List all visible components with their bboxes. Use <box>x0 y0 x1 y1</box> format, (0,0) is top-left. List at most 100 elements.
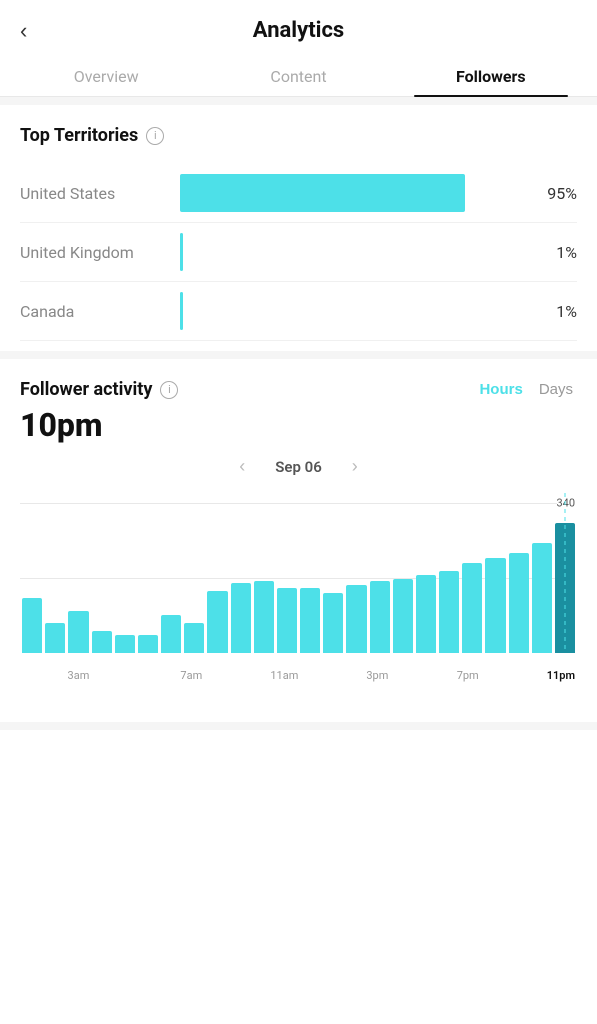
x-axis-label-empty <box>411 669 434 682</box>
x-axis-label: 11am <box>270 669 298 682</box>
peak-time-label: 10pm <box>20 406 577 444</box>
chart-bar-wrapper <box>393 493 413 653</box>
chart-bar <box>300 588 320 653</box>
x-axis-label-empty <box>321 669 344 682</box>
x-axis-labels: 3am7am11am3pm7pm11pm <box>20 663 577 682</box>
territories-info-icon[interactable]: i <box>146 127 164 145</box>
chart-bar <box>22 598 42 653</box>
territory-name-us: United States <box>20 184 170 203</box>
territory-pct-ca: 1% <box>537 302 577 321</box>
x-axis-label-empty <box>298 669 321 682</box>
chart-bar <box>462 563 482 653</box>
chart-container: 340 3am7am11am3pm7pm11pm <box>20 493 577 712</box>
section-divider-2 <box>0 351 597 359</box>
date-prev-button[interactable]: ‹ <box>239 456 245 477</box>
activity-section: Follower activity i Hours Days 10pm ‹ Se… <box>0 359 597 722</box>
chart-bar-wrapper <box>532 493 552 653</box>
chart-bar-wrapper <box>300 493 320 653</box>
date-navigator: ‹ Sep 06 › <box>20 456 577 477</box>
chart-bar <box>207 591 227 653</box>
section-divider <box>0 97 597 105</box>
x-axis-label-empty <box>225 669 248 682</box>
x-axis-label-empty <box>434 669 457 682</box>
territory-bar-container-us <box>180 174 527 212</box>
activity-title: Follower activity <box>20 379 152 400</box>
chart-bar-wrapper <box>92 493 112 653</box>
table-row: United Kingdom 1% <box>20 223 577 282</box>
chart-bar-wrapper <box>161 493 181 653</box>
chart-bar <box>370 581 390 653</box>
x-axis-label-empty <box>524 669 547 682</box>
territory-bar-container-ca <box>180 292 527 330</box>
chart-bar-wrapper <box>207 493 227 653</box>
x-axis-label: 11pm <box>547 669 575 682</box>
x-axis-label-empty <box>45 669 68 682</box>
chart-bars <box>20 493 577 653</box>
territory-pct-us: 95% <box>537 184 577 203</box>
territories-section: Top Territories i United States 95% Unit… <box>0 105 597 351</box>
x-axis-label-empty <box>344 669 367 682</box>
chart-bar <box>346 585 366 653</box>
toggle-days-button[interactable]: Days <box>535 379 577 400</box>
chart-bar-wrapper <box>22 493 42 653</box>
chart-bar-wrapper <box>231 493 251 653</box>
chart-bar <box>277 588 297 653</box>
activity-header: Follower activity i Hours Days <box>20 379 577 400</box>
territory-name-ca: Canada <box>20 302 170 321</box>
toggle-hours-button[interactable]: Hours <box>475 379 526 400</box>
table-row: Canada 1% <box>20 282 577 341</box>
x-axis-label-empty <box>248 669 271 682</box>
date-label: Sep 06 <box>275 458 322 476</box>
chart-bar <box>161 615 181 653</box>
territory-bar-ca <box>180 292 183 330</box>
tab-content[interactable]: Content <box>202 55 394 96</box>
chart-bar-wrapper <box>184 493 204 653</box>
chart-bar <box>92 631 112 653</box>
x-axis-label-empty <box>112 669 135 682</box>
x-axis-label-empty <box>502 669 525 682</box>
chart-bar <box>231 583 251 653</box>
tabs: Overview Content Followers <box>0 55 597 97</box>
chart-bar-wrapper <box>370 493 390 653</box>
chart-bar-wrapper <box>346 493 366 653</box>
activity-toggle: Hours Days <box>475 379 577 400</box>
x-axis-label-empty <box>203 669 226 682</box>
chart-bar-wrapper <box>277 493 297 653</box>
territory-bar-container-uk <box>180 233 527 271</box>
chart-bar <box>254 581 274 653</box>
chart-bar-wrapper <box>45 493 65 653</box>
chart-bar <box>509 553 529 653</box>
territory-bar-uk <box>180 233 183 271</box>
x-axis-label-empty <box>157 669 180 682</box>
territory-name-uk: United Kingdom <box>20 243 170 262</box>
territory-bar-us <box>180 174 465 212</box>
territories-header: Top Territories i <box>20 125 577 146</box>
chart-bar-wrapper <box>509 493 529 653</box>
chart-bar <box>184 623 204 653</box>
chart-bar <box>138 635 158 653</box>
chart-bar <box>323 593 343 653</box>
x-axis-label: 7am <box>180 669 203 682</box>
section-divider-3 <box>0 722 597 730</box>
x-axis-label: 3pm <box>366 669 389 682</box>
chart-bar-wrapper <box>416 493 436 653</box>
chart-bar <box>416 575 436 653</box>
chart-bar-wrapper <box>138 493 158 653</box>
chart-bar <box>532 543 552 653</box>
date-next-button[interactable]: › <box>352 456 358 477</box>
tab-followers[interactable]: Followers <box>395 55 587 96</box>
back-button[interactable]: ‹ <box>20 18 27 44</box>
x-axis-label-empty <box>90 669 113 682</box>
territory-pct-uk: 1% <box>537 243 577 262</box>
chart-bar-highlight <box>555 523 575 653</box>
chart-bar <box>485 558 505 653</box>
chart-bar-wrapper <box>555 493 575 653</box>
x-axis-label-empty <box>22 669 45 682</box>
chart-bar-wrapper <box>254 493 274 653</box>
table-row: United States 95% <box>20 164 577 223</box>
activity-info-icon[interactable]: i <box>160 381 178 399</box>
tab-overview[interactable]: Overview <box>10 55 202 96</box>
x-axis-label-empty <box>135 669 158 682</box>
chart-bar <box>439 571 459 653</box>
chart-bar <box>45 623 65 653</box>
